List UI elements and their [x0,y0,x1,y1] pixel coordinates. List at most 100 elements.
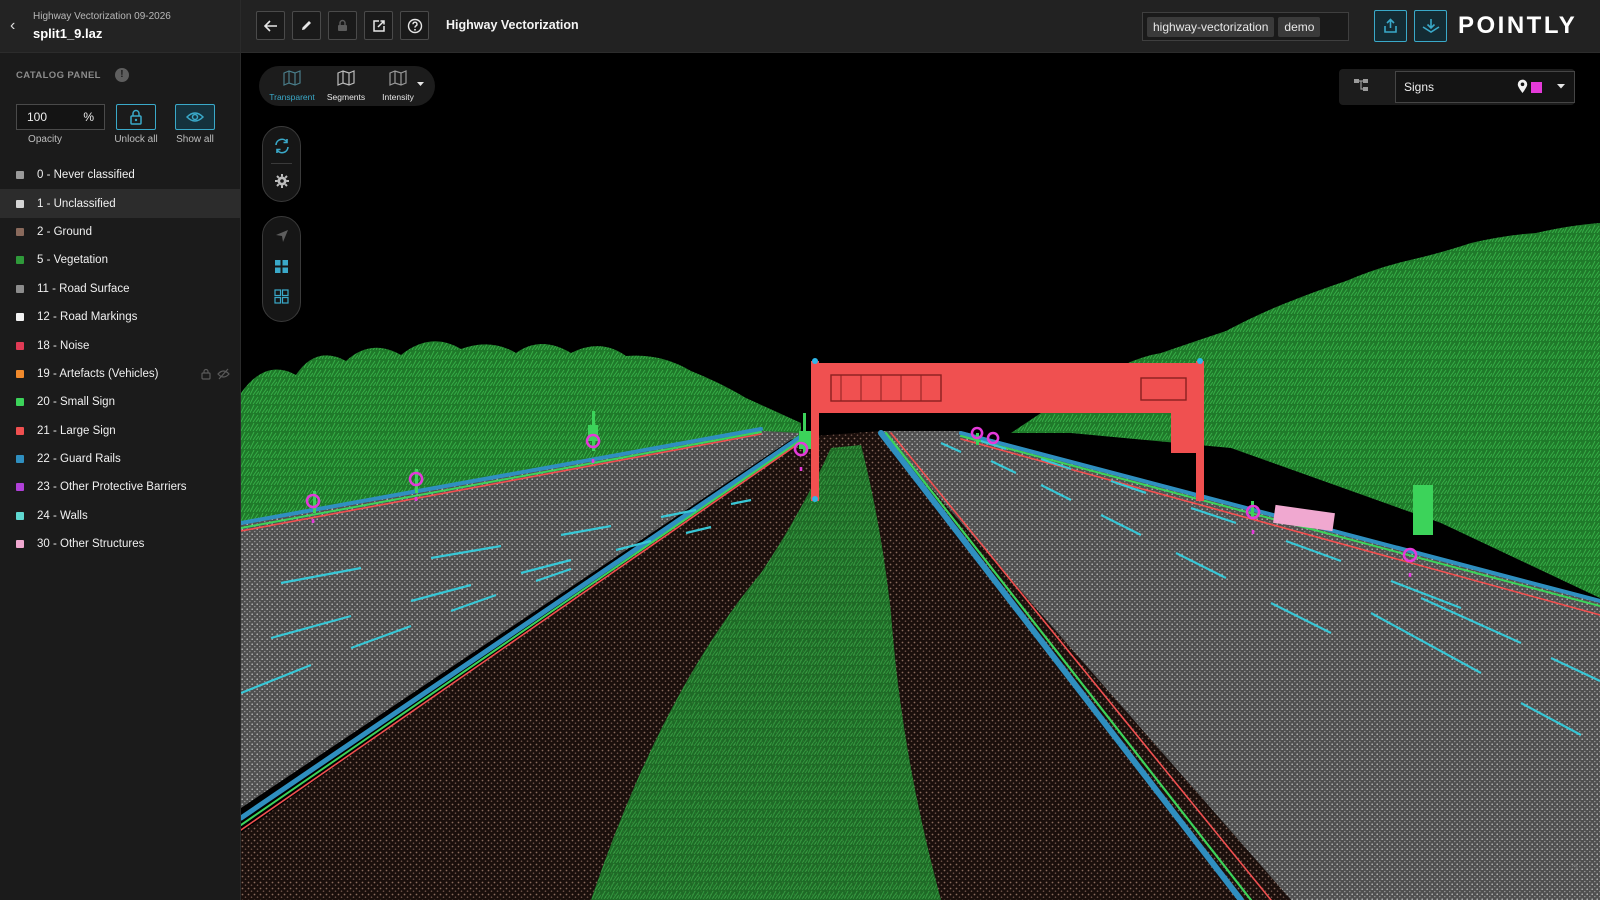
grid-outline-icon [274,288,289,304]
settings-button[interactable] [263,166,300,196]
class-swatch [16,455,24,464]
back-button[interactable] [256,11,285,40]
tag-chip[interactable]: demo [1278,16,1321,37]
download-button[interactable] [1414,10,1447,42]
class-item-artefacts-vehicles[interactable]: 19 - Artefacts (Vehicles) [0,360,240,388]
class-item-unclassified[interactable]: 1 - Unclassified [0,189,240,218]
class-swatch [16,284,24,293]
caret-down-icon [1557,84,1565,89]
point-cloud-viewport[interactable]: Transparent Segments Intensity Signs ? [241,53,1600,900]
caret-down-icon[interactable] [417,82,424,87]
class-label: 5 - Vegetation [37,254,108,267]
map-icon [389,70,407,86]
edit-button[interactable] [292,11,321,40]
view-mode-segments[interactable]: Segments [321,70,371,102]
class-label: 30 - Other Structures [37,538,145,551]
opacity-label: Opacity [28,134,62,145]
class-item-other-protective-barriers[interactable]: 23 - Other Protective Barriers [0,473,240,501]
layer-select[interactable]: Signs [1395,71,1575,103]
opacity-value: 100 [27,110,48,124]
layer-select-value: Signs [1404,80,1435,94]
lock-icon[interactable] [201,368,211,380]
chevron-left-icon[interactable]: ‹ [10,16,24,36]
opacity-input[interactable]: 100 % [16,104,105,130]
class-item-other-structures[interactable]: 30 - Other Structures [0,530,240,558]
info-icon[interactable]: ! [114,68,129,82]
view-mode-transparent[interactable]: Transparent [267,70,317,102]
unlock-all-button[interactable] [116,104,156,130]
layer-panel: Signs [1339,69,1575,105]
tool-separator [271,163,292,164]
pencil-icon [302,21,311,30]
class-item-ground[interactable]: 2 - Ground [0,218,240,246]
class-list: 0 - Never classified 1 - Unclassified 2 … [0,161,240,558]
class-label: 2 - Ground [37,225,92,238]
hierarchy-icon[interactable] [1353,78,1369,92]
unlock-all-label: Unlock all [114,134,158,145]
class-swatch [16,426,24,435]
view-mode-intensity[interactable]: Intensity [373,70,423,102]
class-item-road-surface[interactable]: 11 - Road Surface [0,275,240,303]
class-swatch [16,227,24,236]
navigate-button[interactable] [263,221,300,251]
class-item-vegetation[interactable]: 5 - Vegetation [0,246,240,274]
class-label: 1 - Unclassified [37,197,116,210]
class-item-never-classified[interactable]: 0 - Never classified [0,161,240,189]
arrow-left-icon [263,19,277,32]
class-swatch [16,313,24,322]
class-swatch [16,369,24,378]
eye-off-icon[interactable] [217,368,230,380]
upload-button[interactable] [1374,10,1407,42]
tag-input[interactable]: highway-vectorization demo [1142,12,1349,41]
help-icon [407,18,422,33]
class-swatch [16,483,24,492]
class-label: 0 - Never classified [37,169,135,182]
view-mode-label: Segments [326,92,366,102]
catalog-sidebar: ‹ Highway Vectorization 09-2026 split1_9… [0,0,241,900]
download-icon [1422,19,1439,33]
map-pin-icon [1517,79,1528,93]
class-swatch [16,256,24,265]
map-icon [337,70,355,86]
rotate-button[interactable] [263,131,300,161]
point-cloud-scene[interactable] [241,53,1600,900]
lock-button[interactable] [328,11,357,40]
view-mode-label: Transparent [269,92,315,102]
class-label: 22 - Guard Rails [37,453,121,466]
rotate-icon [274,138,289,154]
sidebar-header: ‹ Highway Vectorization 09-2026 split1_9… [0,0,240,53]
class-item-road-markings[interactable]: 12 - Road Markings [0,303,240,331]
class-item-large-sign[interactable]: 21 - Large Sign [0,417,240,445]
class-label: 18 - Noise [37,339,90,352]
map-icon [283,70,301,86]
class-label: 12 - Road Markings [37,311,138,324]
pointly-logo: POINTLY [1458,12,1578,39]
grid-outline-button[interactable] [263,281,300,311]
gear-icon [274,174,289,188]
file-name: split1_9.laz [33,26,103,41]
class-label: 24 - Walls [37,509,88,522]
class-item-tools [201,368,230,380]
grid-select-button[interactable] [263,251,300,281]
tag-chip[interactable]: highway-vectorization [1147,16,1275,37]
class-item-walls[interactable]: 24 - Walls [0,502,240,530]
class-label: 19 - Artefacts (Vehicles) [37,367,159,380]
class-item-guard-rails[interactable]: 22 - Guard Rails [0,445,240,473]
help-button[interactable] [400,11,429,40]
grid-icon [275,259,288,273]
class-item-small-sign[interactable]: 20 - Small Sign [0,388,240,416]
opacity-unit: % [83,110,94,124]
view-mode-label: Intensity [382,92,414,102]
catalog-panel-label: CATALOG PANEL [16,69,101,81]
show-all-button[interactable] [175,104,215,130]
upload-icon [1384,18,1397,33]
share-button[interactable] [364,11,393,40]
corner-help-mark[interactable]: ? [1571,862,1578,876]
class-swatch [16,540,24,549]
show-all-label: Show all [176,134,214,145]
class-item-noise[interactable]: 18 - Noise [0,331,240,359]
class-label: 21 - Large Sign [37,424,116,437]
eye-icon [186,112,204,122]
class-label: 23 - Other Protective Barriers [37,481,187,494]
selection-tools [262,216,301,322]
